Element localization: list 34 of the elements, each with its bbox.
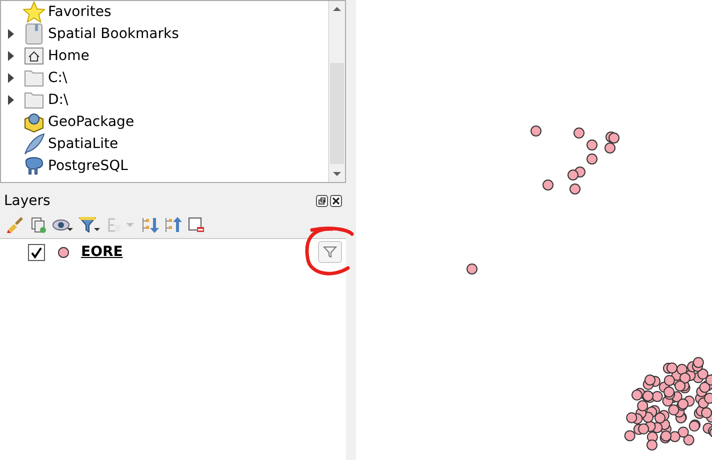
feather-icon [23,133,45,155]
layer-name[interactable]: EORE [81,244,310,260]
close-icon[interactable] [330,195,342,207]
panel-title: Layers [4,193,52,209]
browser-item[interactable]: D:\ [48,92,68,108]
expand-arrow-icon[interactable] [8,51,14,61]
folder-icon [24,91,44,109]
browser-item[interactable]: SpatiaLite [48,136,118,152]
float-panel-icon[interactable] [316,195,328,207]
browser-item[interactable]: Spatial Bookmarks [48,26,179,42]
browser-item[interactable]: Home [48,48,90,64]
house-icon [24,46,44,66]
star-icon [23,1,45,23]
book-icon [24,23,44,45]
browser-item[interactable]: PostgreSQL [48,158,128,174]
expand-arrow-icon[interactable] [8,95,14,105]
filter-indicator-button[interactable] [318,241,342,263]
browser-item[interactable]: C:\ [48,70,68,86]
filter-icon[interactable] [79,216,101,234]
folder-icon [24,69,44,87]
collapse-all-icon[interactable] [164,216,182,234]
remove-layer-icon[interactable] [187,216,205,234]
browser-item[interactable]: Favorites [48,4,112,20]
expand-arrow-icon[interactable] [8,73,14,83]
filter-icon [323,245,337,259]
expand-arrow-icon[interactable] [8,29,14,39]
layer-checkbox[interactable] [28,244,45,260]
brush-icon[interactable] [6,216,24,234]
expand-all-icon[interactable] [141,216,159,234]
globe-box-icon [23,111,45,133]
browser-item[interactable]: GeoPackage [48,114,134,130]
elephant-icon [23,155,45,177]
scrollbar[interactable] [328,1,345,182]
add-group-icon[interactable] [29,216,47,234]
